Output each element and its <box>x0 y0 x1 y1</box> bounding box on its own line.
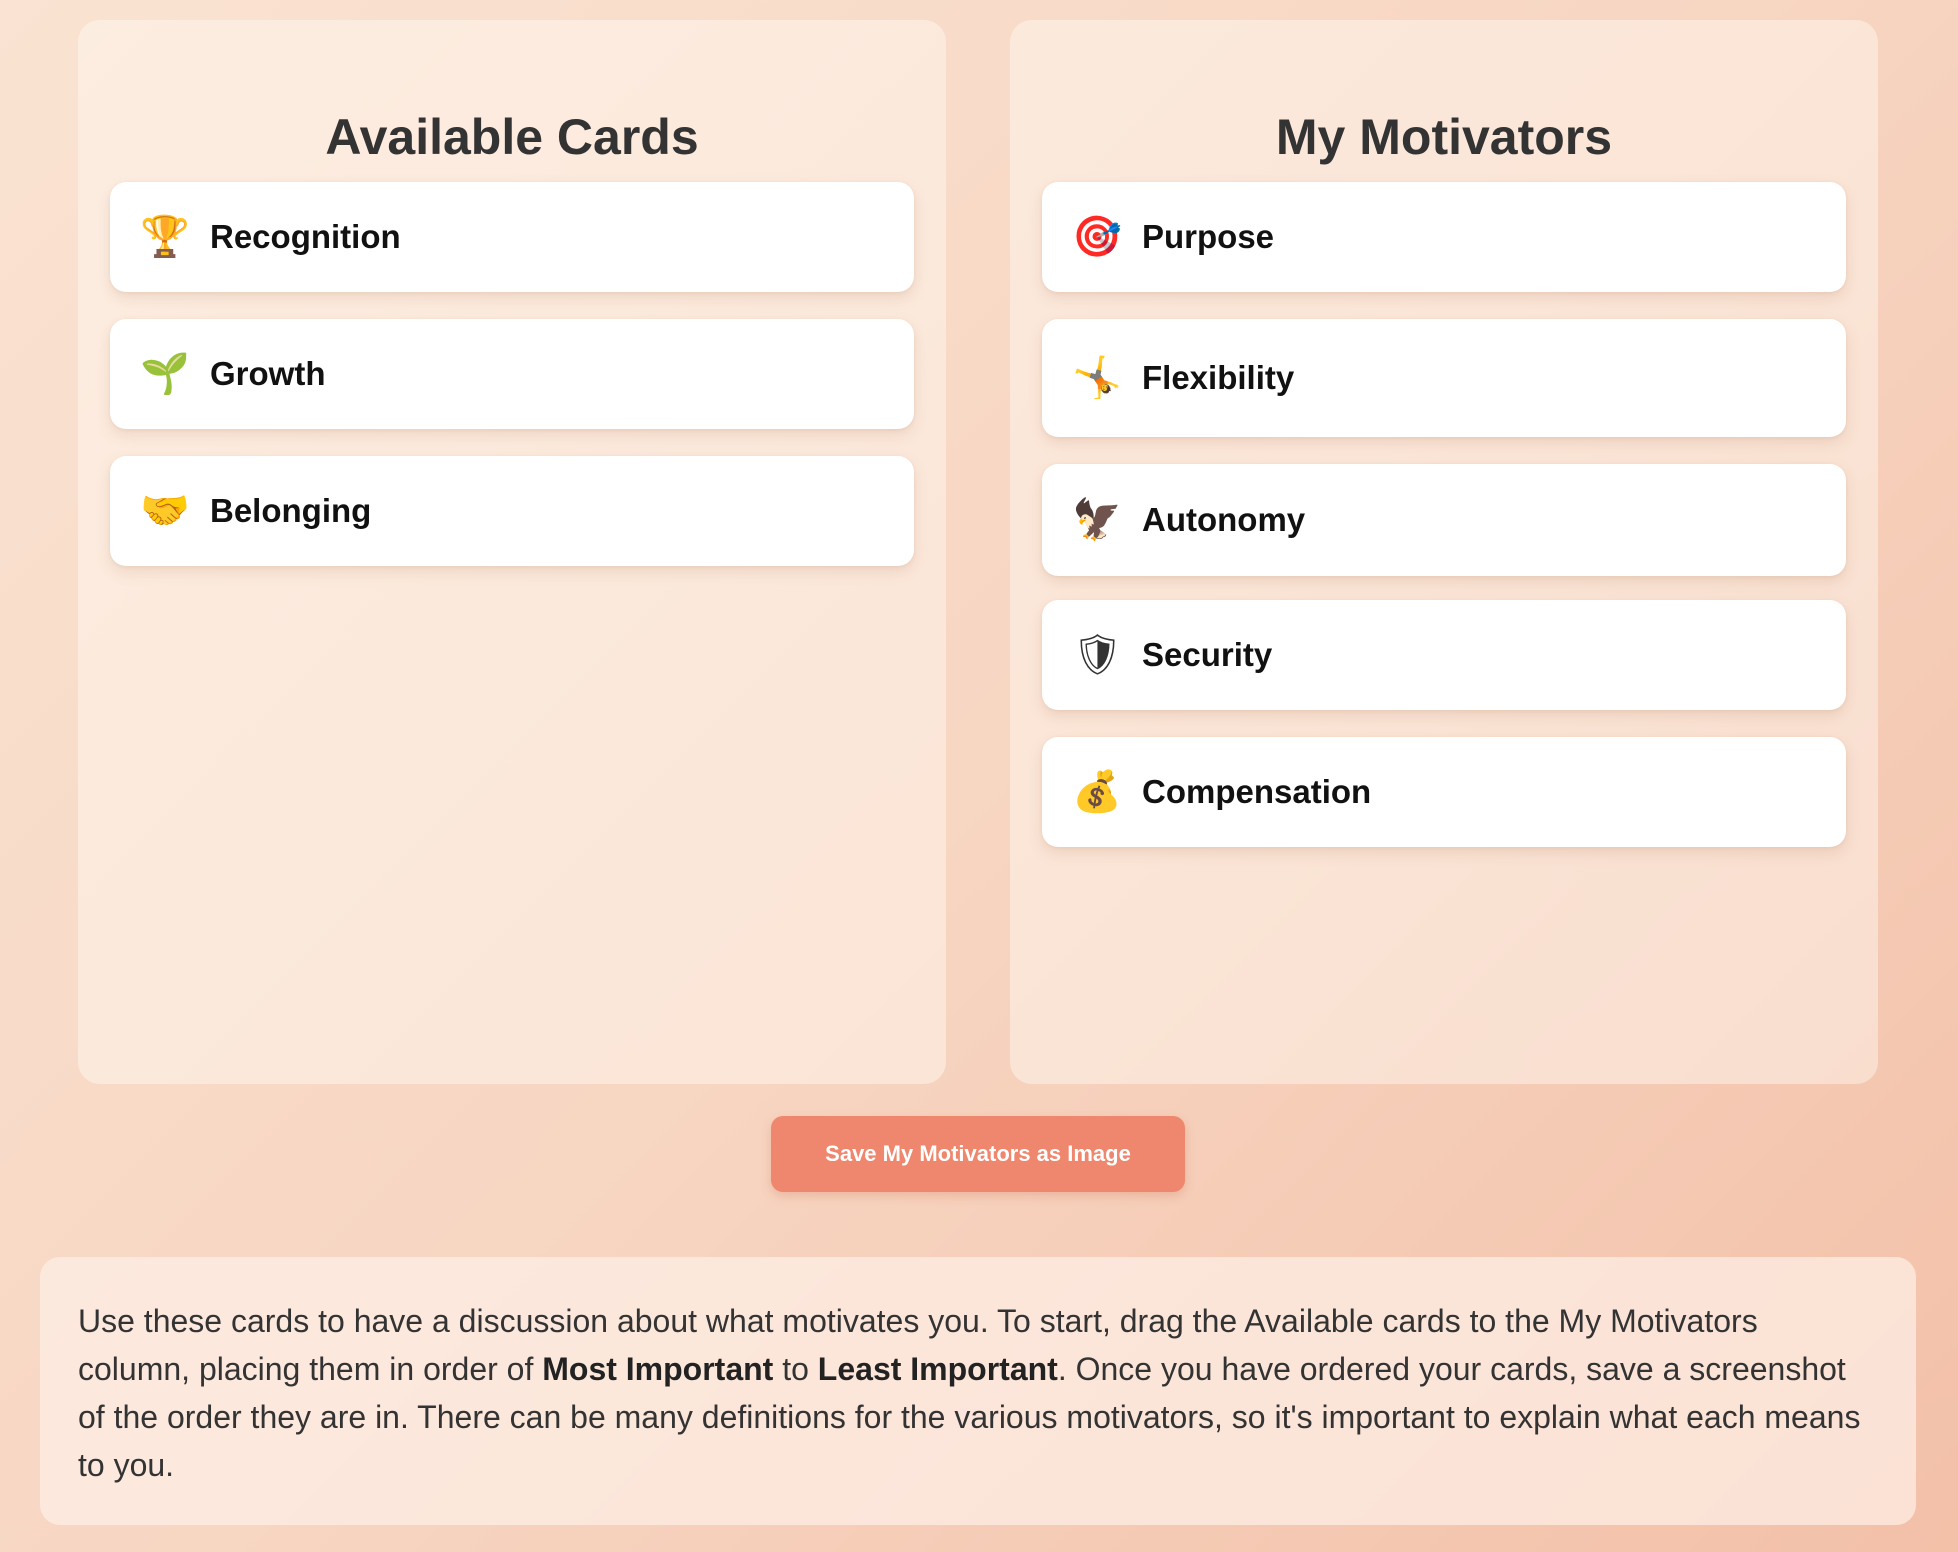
card-compensation[interactable]: 💰 Compensation <box>1042 737 1846 847</box>
card-growth[interactable]: 🌱 Growth <box>110 319 914 429</box>
my-motivators-column[interactable]: My Motivators 🎯 Purpose 🤸 Flexibility 🦅 … <box>1010 20 1878 1084</box>
direct-hit-target-icon: 🎯 <box>1072 214 1122 260</box>
least-important-emphasis: Least Important <box>817 1351 1058 1387</box>
card-recognition[interactable]: 🏆 Recognition <box>110 182 914 292</box>
eagle-icon: 🦅 <box>1072 497 1122 543</box>
card-label: Belonging <box>210 492 372 529</box>
card-label: Growth <box>210 355 326 392</box>
my-motivators-title: My Motivators <box>1275 109 1613 165</box>
card-label: Security <box>1142 636 1273 673</box>
handshake-icon: 🤝 <box>140 488 190 534</box>
save-motivators-image-button[interactable]: Save My Motivators as Image <box>771 1116 1185 1192</box>
instructions-panel: Use these cards to have a discussion abo… <box>40 1257 1916 1525</box>
available-cards-title: Available Cards <box>325 109 699 165</box>
card-label: Compensation <box>1142 773 1372 810</box>
instructions-text: to <box>773 1351 818 1387</box>
card-flexibility[interactable]: 🤸 Flexibility <box>1042 319 1846 437</box>
cartwheel-person-icon: 🤸 <box>1072 355 1122 401</box>
card-security[interactable]: 🛡 Security <box>1042 600 1846 710</box>
card-purpose[interactable]: 🎯 Purpose <box>1042 182 1846 292</box>
money-bag-icon: 💰 <box>1072 769 1122 815</box>
card-autonomy[interactable]: 🦅 Autonomy <box>1042 464 1846 576</box>
card-label: Autonomy <box>1142 501 1306 538</box>
card-belonging[interactable]: 🤝 Belonging <box>110 456 914 566</box>
most-important-emphasis: Most Important <box>542 1351 774 1387</box>
seedling-icon: 🌱 <box>140 351 190 397</box>
card-label: Flexibility <box>1142 359 1295 396</box>
trophy-icon: 🏆 <box>140 214 190 260</box>
available-cards-column[interactable]: Available Cards 🏆 Recognition 🌱 Growth 🤝… <box>78 20 946 1084</box>
card-label: Recognition <box>210 218 401 255</box>
shield-icon: 🛡 <box>1072 632 1123 678</box>
card-label: Purpose <box>1142 218 1275 255</box>
